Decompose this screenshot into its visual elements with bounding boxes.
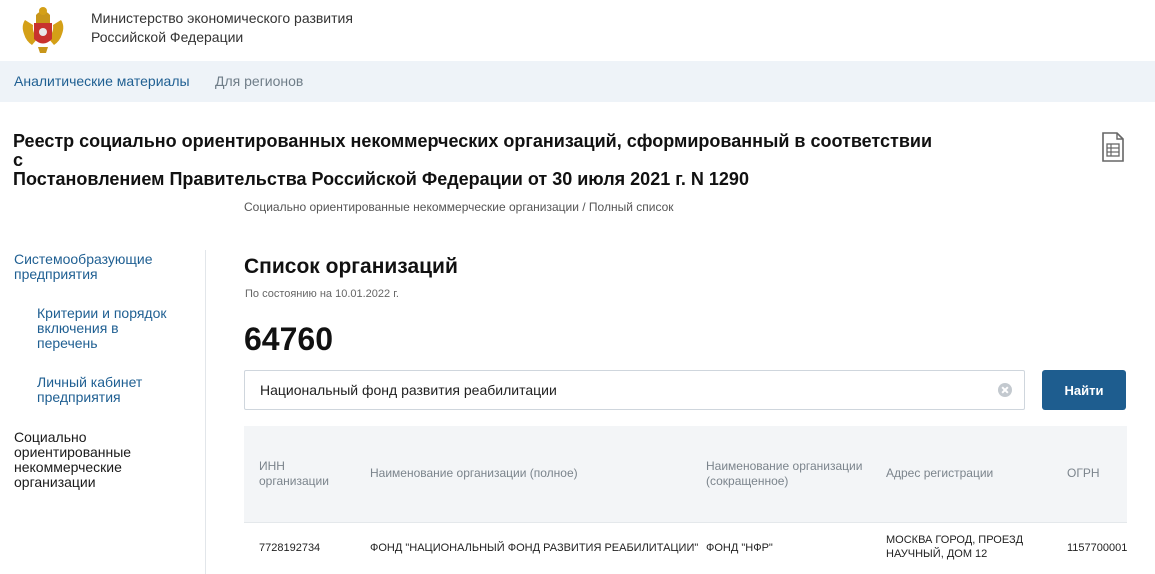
list-title: Список организаций xyxy=(244,255,458,278)
cell-address: МОСКВА ГОРОД, ПРОЕЗД НАУЧНЫЙ, ДОМ 12 xyxy=(886,533,1023,561)
ministry-name-line1: Министерство экономического развития xyxy=(91,10,353,26)
clear-circle-icon[interactable] xyxy=(998,383,1012,397)
sidebar-item-criteria[interactable]: Критерии и порядок включения в перечень xyxy=(37,306,167,351)
search-box xyxy=(244,370,1025,410)
column-header-full-name[interactable]: Наименование организации (полное) xyxy=(370,466,578,481)
sidebar-item-nonprofits[interactable]: Социально ориентированные некоммерческие… xyxy=(14,430,131,490)
column-header-label: Адрес регистрации xyxy=(886,466,994,480)
sidebar-item-label: организации xyxy=(14,474,96,490)
table-row[interactable]: 7728192734 ФОНД "НАЦИОНАЛЬНЫЙ ФОНД РАЗВИ… xyxy=(244,522,1127,574)
ministry-name[interactable]: Министерство экономического развития Рос… xyxy=(91,9,353,47)
column-header-label: организации xyxy=(259,474,329,488)
sidebar: Системообразующие предприятия Критерии и… xyxy=(0,250,206,574)
page-title-line2: Постановлением Правительства Российской … xyxy=(13,169,749,189)
ministry-name-line2: Российской Федерации xyxy=(91,29,244,45)
sidebar-item-label: ориентированные xyxy=(14,444,132,460)
column-header-label: Наименование организации (полное) xyxy=(370,466,578,480)
breadcrumb[interactable]: Социально ориентированные некоммерческие… xyxy=(244,200,674,214)
sidebar-item-label: Социально xyxy=(14,429,87,445)
organizations-table: ИНН организации Наименование организации… xyxy=(244,426,1127,574)
coat-of-arms-icon[interactable] xyxy=(18,3,68,55)
table-header: ИНН организации Наименование организации… xyxy=(244,426,1127,522)
column-header-label: ОГРН xyxy=(1067,466,1100,480)
sidebar-item-label: предприятия xyxy=(14,266,98,282)
sidebar-item-label: перечень xyxy=(37,335,98,351)
column-header-label: ИНН xyxy=(259,459,285,473)
top-nav: Аналитические материалы Для регионов xyxy=(0,61,1155,102)
cell-address-line: МОСКВА ГОРОД, ПРОЕЗД xyxy=(886,534,1024,546)
as-of-date: По состоянию на 10.01.2022 г. xyxy=(245,288,399,300)
search-button[interactable]: Найти xyxy=(1042,370,1126,410)
page-title: Реестр социально ориентированных некомме… xyxy=(13,132,943,189)
cell-short-name: ФОНД "НФР" xyxy=(706,542,773,554)
nav-item-analytics[interactable]: Аналитические материалы xyxy=(14,73,190,89)
column-header-short-name[interactable]: Наименование организации (сокращенное) xyxy=(706,459,862,489)
column-header-inn[interactable]: ИНН организации xyxy=(259,459,329,489)
page-title-line1: Реестр социально ориентированных некомме… xyxy=(13,131,933,170)
organization-count: 64760 xyxy=(244,321,333,357)
sidebar-item-label: некоммерческие xyxy=(14,459,122,475)
document-table-icon[interactable] xyxy=(1101,132,1125,162)
column-header-label: (сокращенное) xyxy=(706,474,789,488)
sidebar-item-system-enterprises[interactable]: Системообразующие предприятия xyxy=(14,252,153,282)
sidebar-item-personal-cabinet[interactable]: Личный кабинет предприятия xyxy=(37,375,142,405)
column-header-ogrn[interactable]: ОГРН xyxy=(1067,466,1100,481)
cell-ogrn: 1157700001 xyxy=(1067,542,1127,554)
sidebar-item-label: Критерии и порядок xyxy=(37,305,167,321)
sidebar-item-label: включения в xyxy=(37,320,119,336)
column-header-label: Наименование организации xyxy=(706,459,863,473)
cell-full-name: ФОНД "НАЦИОНАЛЬНЫЙ ФОНД РАЗВИТИЯ РЕАБИЛИ… xyxy=(370,542,699,554)
column-header-address[interactable]: Адрес регистрации xyxy=(886,466,993,481)
sidebar-item-label: Системообразующие xyxy=(14,251,153,267)
cell-inn: 7728192734 xyxy=(259,542,321,554)
sidebar-item-label: Личный кабинет xyxy=(37,374,143,390)
sidebar-item-label: предприятия xyxy=(37,389,121,405)
site-header: Министерство экономического развития Рос… xyxy=(0,0,1155,61)
nav-item-regions[interactable]: Для регионов xyxy=(215,73,303,89)
cell-address-line: НАУЧНЫЙ, ДОМ 12 xyxy=(886,548,988,560)
search-input[interactable] xyxy=(260,371,980,409)
